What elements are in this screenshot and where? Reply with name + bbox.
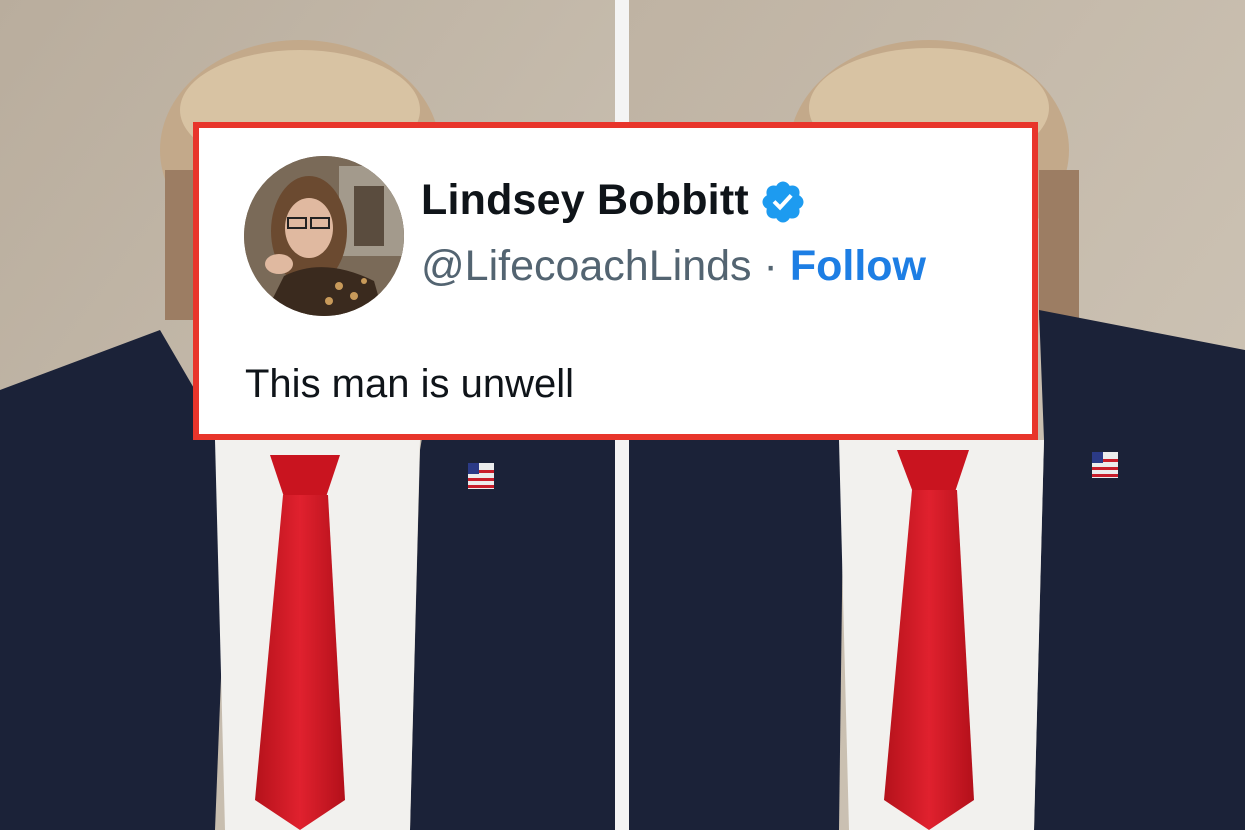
handle-row: @LifecoachLinds · Follow (421, 242, 926, 291)
follow-button[interactable]: Follow (790, 242, 926, 291)
tweet-card: Lindsey Bobbitt @LifecoachLinds · Follow… (193, 122, 1038, 440)
tweet-text: This man is unwell (245, 362, 575, 406)
verified-badge-icon (759, 178, 807, 226)
display-name[interactable]: Lindsey Bobbitt (421, 176, 749, 225)
name-row: Lindsey Bobbitt (421, 174, 807, 226)
avatar-image (244, 156, 404, 316)
separator-dot: · (763, 242, 778, 290)
user-handle[interactable]: @LifecoachLinds (421, 242, 752, 291)
profile-avatar[interactable] (244, 156, 404, 316)
